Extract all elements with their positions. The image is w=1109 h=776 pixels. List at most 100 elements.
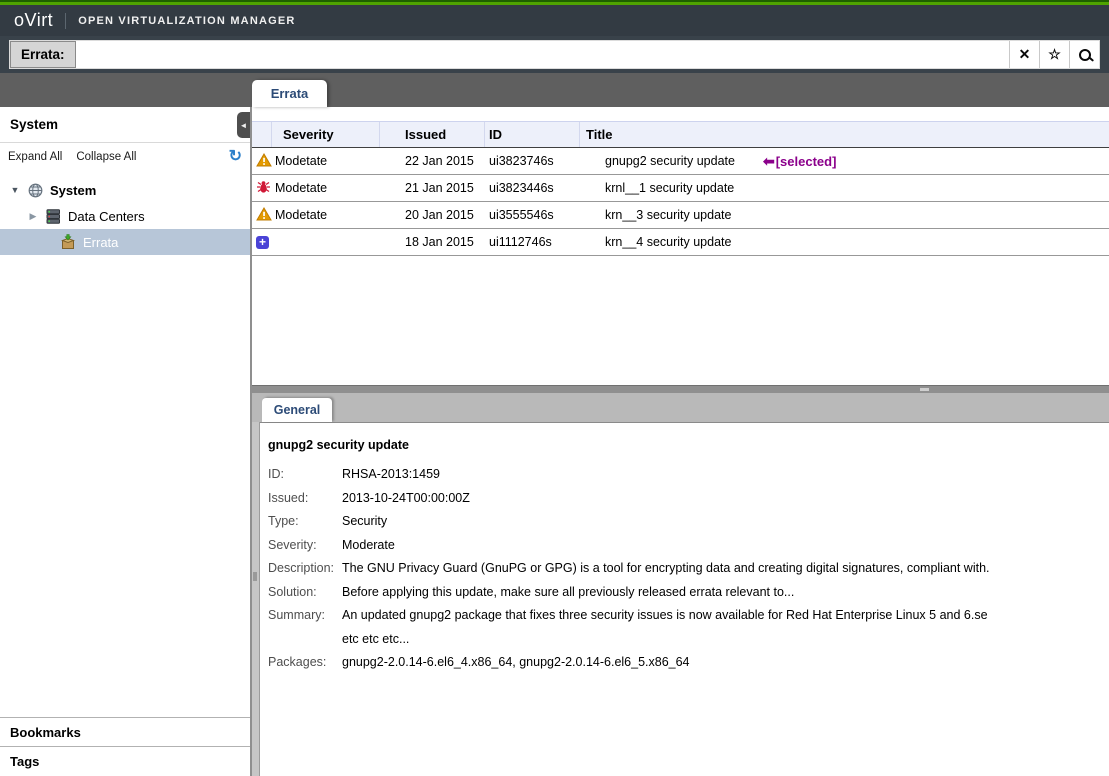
clear-icon: ✕ [1019,46,1031,63]
main-tab-strip: Errata [0,73,1109,107]
col-header-issued[interactable]: Issued [380,122,485,147]
horizontal-splitter[interactable] [252,385,1109,393]
vertical-splitter[interactable] [252,422,260,776]
field-label: Issued: [268,487,342,511]
tab-general[interactable]: General [262,398,332,422]
field-value: Moderate [342,534,395,558]
tab-errata[interactable]: Errata [252,80,327,107]
data-centers-icon [45,209,61,224]
field-label: Summary: [268,604,342,628]
tree-toolbar: Expand All Collapse All ↻ [0,143,250,165]
severity-icon-cell [252,229,272,255]
field-value: The GNU Privacy Guard (GnuPG or GPG) is … [342,557,990,581]
title-cell: krn__4 security update [580,229,1109,255]
detail-field-row: Packages:gnupg2-2.0.14-6.el6_4.x86_64, g… [268,651,1099,675]
detail-pane: General gnupg2 security update ID:RHSA-2… [252,393,1109,776]
detail-field-row: etc etc etc... [268,628,1099,652]
title-cell: gnupg2 security update ⬅[selected] [580,148,1109,174]
caret-down-icon[interactable]: ▼ [10,185,20,195]
field-value: etc etc etc... [342,628,409,652]
severity-cell: Modetate [272,175,380,201]
star-icon: ☆ [1048,46,1061,63]
system-tree-sidebar: System ◄ Expand All Collapse All ↻ ▼ Sys… [0,107,252,776]
sidebar-spacer [0,255,250,717]
col-header-severity-icon[interactable] [252,122,272,147]
sidebar-header: System ◄ [0,107,250,143]
selected-annotation-text: [selected] [776,154,837,169]
severity-icon-cell [252,202,272,228]
title-cell: krnl__1 security update [580,175,1109,201]
main-pane: Severity Issued ID Title Modetate22 Jan … [252,107,1109,776]
tree-item-system[interactable]: ▼ System [0,177,250,203]
table-row[interactable]: 18 Jan 2015ui1112746skrn__4 security upd… [252,229,1109,256]
title-cell: krn__3 security update [580,202,1109,228]
tree-item-errata[interactable]: Errata [0,229,250,255]
table-row[interactable]: Modetate21 Jan 2015ui3823446s krnl__1 sec… [252,175,1109,202]
accordion-tags[interactable]: Tags [0,746,250,776]
errata-grid: Severity Issued ID Title Modetate22 Jan … [252,107,1109,385]
system-tree: ▼ System ▶ Data Centers Errata [0,177,250,255]
product-title: OPEN VIRTUALIZATION MANAGER [78,15,295,27]
field-label: Solution: [268,581,342,605]
title-text: krn__3 security update [605,208,731,222]
table-body: Modetate22 Jan 2015ui3823746sgnupg2 secu… [252,148,1109,256]
field-label: Type: [268,510,342,534]
refresh-icon[interactable]: ↻ [229,150,242,163]
search-scope-label[interactable]: Errata: [10,41,76,68]
detail-fields: ID:RHSA-2013:1459Issued:2013-10-24T00:00… [268,463,1099,675]
tree-item-label: Data Centers [68,209,145,224]
collapse-arrow-icon: ◄ [240,121,248,130]
sidebar-collapse-button[interactable]: ◄ [237,112,250,138]
id-cell: ui3555546s [485,202,580,228]
warning-icon [256,153,272,170]
detail-field-row: Type:Security [268,510,1099,534]
detail-content: gnupg2 security update ID:RHSA-2013:1459… [252,423,1109,675]
title-text: krnl__1 security update [605,181,734,195]
detail-field-row: Description:The GNU Privacy Guard (GnuPG… [268,557,1099,581]
field-label: Severity: [268,534,342,558]
search-input[interactable] [76,41,1009,68]
search-button[interactable] [1069,41,1099,68]
detail-field-row: Summary: An updated gnupg2 package that … [268,604,1099,628]
table-row[interactable]: Modetate20 Jan 2015ui3555546skrn__3 secu… [252,202,1109,229]
table-row[interactable]: Modetate22 Jan 2015ui3823746sgnupg2 secu… [252,148,1109,175]
plus-icon [256,235,269,249]
globe-icon [27,183,43,198]
id-cell: ui3823446s [485,175,580,201]
sidebar-title: System [10,117,58,132]
col-header-severity[interactable]: Severity [272,122,380,147]
field-value: gnupg2-2.0.14-6.el6_4.x86_64, gnupg2-2.0… [342,651,690,675]
search-bar: Errata: ✕ ☆ [0,36,1109,73]
detail-field-row: Solution: Before applying this update, m… [268,581,1099,605]
field-value: Before applying this update, make sure a… [342,581,794,605]
expand-all-link[interactable]: Expand All [8,151,62,163]
field-label: Description: [268,557,342,581]
splitter-handle[interactable] [920,388,929,391]
severity-icon-cell [252,148,272,174]
bookmark-search-button[interactable]: ☆ [1039,41,1069,68]
issued-cell: 21 Jan 2015 [380,175,485,201]
ovirt-logo: oVirt [14,10,53,31]
table-header-row: Severity Issued ID Title [252,121,1109,148]
title-text: krn__4 security update [605,235,731,249]
collapse-all-link[interactable]: Collapse All [76,151,136,163]
severity-icon-cell [252,175,272,201]
issued-cell: 18 Jan 2015 [380,229,485,255]
col-header-id[interactable]: ID [485,122,580,147]
accordion-bookmarks[interactable]: Bookmarks [0,717,250,746]
vertical-splitter-handle[interactable] [253,572,257,581]
severity-cell: Modetate [272,202,380,228]
warning-icon [256,207,272,224]
caret-right-icon[interactable]: ▶ [28,211,38,222]
package-icon [60,234,76,250]
detail-tab-bar: General [252,393,1109,423]
field-value: Security [342,510,387,534]
clear-search-button[interactable]: ✕ [1009,41,1039,68]
field-label [268,628,342,652]
bug-icon [256,180,271,197]
tree-item-data-centers[interactable]: ▶ Data Centers [0,203,250,229]
field-label: ID: [268,463,342,487]
col-header-title[interactable]: Title [580,122,1109,147]
selected-annotation: ⬅[selected] [763,153,836,170]
title-text: gnupg2 security update [605,154,735,168]
